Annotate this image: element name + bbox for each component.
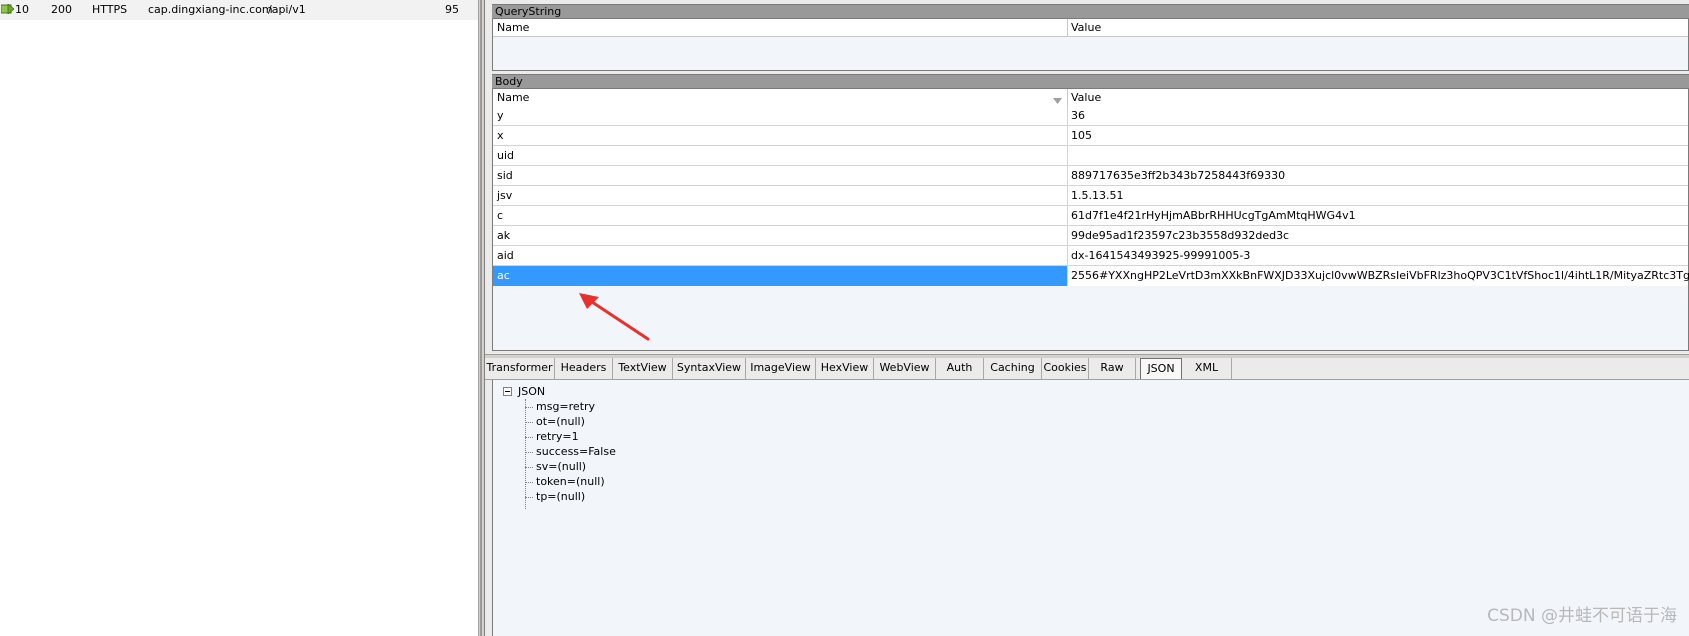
body-col-name[interactable]: Name: [497, 90, 529, 105]
tab-textview[interactable]: TextView: [613, 358, 673, 379]
json-tree-item-label: sv=(null): [536, 460, 587, 473]
tab-auth[interactable]: Auth: [936, 358, 984, 379]
body-row-value: 36: [1071, 109, 1085, 122]
body-col-value[interactable]: Value: [1071, 90, 1101, 105]
body-row-name: ac: [497, 269, 510, 282]
querystring-title: QueryString: [492, 4, 1689, 18]
querystring-col-name[interactable]: Name: [497, 20, 529, 35]
tree-branch-line: [525, 437, 533, 438]
json-tree-item-label: retry=1: [536, 430, 579, 443]
json-tree-item-label: success=False: [536, 445, 616, 458]
body-row-value: 2556#YXXngHP2LeVrtD3mXXkBnFWXJD33Xujcl0v…: [1071, 269, 1689, 282]
tab-syntaxview[interactable]: SyntaxView: [673, 358, 746, 379]
inspector-pane: QueryString Name Value Body Name Value y…: [485, 0, 1689, 636]
body-row-value: 61d7f1e4f21rHyHjmABbrRHHUcgTgAmMtqHWG4v1: [1071, 209, 1356, 222]
body-row-name: jsv: [497, 189, 513, 202]
body-title: Body: [492, 74, 1689, 88]
tab-transformer[interactable]: Transformer: [485, 358, 555, 379]
column-separator[interactable]: [1067, 89, 1068, 106]
collapse-icon[interactable]: [503, 387, 512, 396]
tree-branch-line: [525, 482, 533, 483]
tree-branch-line: [525, 452, 533, 453]
body-row[interactable]: aid dx-1641543493925-99991005-3: [493, 246, 1688, 266]
session-result: 200: [51, 3, 72, 16]
json-tree-item-label: ot=(null): [536, 415, 585, 428]
response-arrow-icon: [0, 3, 15, 15]
tab-imageview[interactable]: ImageView: [746, 358, 816, 379]
json-tree-item-label: token=(null): [536, 475, 605, 488]
row-separator: [1067, 266, 1068, 286]
body-row-name: aid: [497, 249, 514, 262]
tree-guide-line: [525, 399, 526, 509]
tab-raw[interactable]: Raw: [1089, 358, 1136, 379]
session-body-size: 95: [445, 3, 459, 16]
body-row-name: uid: [497, 149, 515, 162]
column-separator[interactable]: [1067, 19, 1068, 36]
body-grid[interactable]: Name Value y 36 x 105 uid sid 889717635e3ff2b3…: [492, 88, 1689, 351]
row-separator: [1067, 206, 1068, 226]
body-row[interactable]: jsv 1.5.13.51: [493, 186, 1688, 206]
tab-json[interactable]: JSON: [1140, 358, 1182, 379]
tab-caching[interactable]: Caching: [984, 358, 1042, 379]
json-root-label[interactable]: JSON: [518, 385, 545, 398]
row-separator: [1067, 146, 1068, 166]
body-row-value: 889717635e3ff2b343b7258443f69330: [1071, 169, 1286, 182]
tab-webview[interactable]: WebView: [874, 358, 936, 379]
querystring-grid[interactable]: Name Value: [492, 18, 1689, 71]
body-row[interactable]: x 105: [493, 126, 1688, 146]
tree-branch-line: [525, 467, 533, 468]
row-separator: [1067, 226, 1068, 246]
tree-branch-line: [525, 422, 533, 423]
body-row-value: 105: [1071, 129, 1092, 142]
json-tree-item-label: tp=(null): [536, 490, 586, 503]
body-row-name: ak: [497, 229, 511, 242]
tab-cookies[interactable]: Cookies: [1042, 358, 1089, 379]
row-separator: [1067, 186, 1068, 206]
tab-hexview[interactable]: HexView: [816, 358, 874, 379]
session-url: /api/v1: [268, 3, 306, 16]
session-row[interactable]: 10 200 HTTPS cap.dingxiang-inc.com /api/…: [0, 0, 478, 20]
querystring-header: Name Value: [493, 19, 1688, 37]
body-header: Name Value: [493, 89, 1688, 107]
body-row-value: 1.5.13.51: [1071, 189, 1124, 202]
body-row[interactable]: sid 889717635e3ff2b343b7258443f69330: [493, 166, 1688, 186]
body-row[interactable]: c 61d7f1e4f21rHyHjmABbrRHHUcgTgAmMtqHWG4v…: [493, 206, 1688, 226]
row-separator: [1067, 126, 1068, 146]
body-row-name: y: [497, 109, 504, 122]
body-row[interactable]: uid: [493, 146, 1688, 166]
tab-xml[interactable]: XML: [1182, 358, 1232, 379]
session-host: cap.dingxiang-inc.com: [148, 3, 273, 16]
session-id: 10: [15, 3, 29, 16]
session-protocol: HTTPS: [92, 3, 128, 16]
tab-headers[interactable]: Headers: [555, 358, 613, 379]
annotation-arrow-icon: [579, 293, 650, 341]
body-row-name: x: [497, 129, 504, 142]
json-tree-pane: JSON msg=retry ot=(null) retry=1 success=Fa…: [492, 380, 1689, 636]
body-row[interactable]: ak 99de95ad1f23597c23b3558d932ded3c: [493, 226, 1688, 246]
pane-splitter[interactable]: [478, 0, 485, 636]
row-separator: [1067, 166, 1068, 186]
body-row-name: sid: [497, 169, 513, 182]
inspector-tabs: Transformer Headers TextView SyntaxView Imag…: [485, 358, 1689, 380]
tree-branch-line: [525, 497, 533, 498]
body-row-name: c: [497, 209, 504, 222]
body-row[interactable]: ac 2556#YXXngHP2LeVrtD3mXXkBnFWXJD33Xujcl…: [493, 266, 1689, 286]
tree-branch-line: [525, 407, 533, 408]
row-separator: [1067, 106, 1068, 126]
session-list: 10 200 HTTPS cap.dingxiang-inc.com /api/…: [0, 0, 478, 636]
watermark: CSDN @井蛙不可语于海: [1487, 606, 1677, 626]
body-row-value: 99de95ad1f23597c23b3558d932ded3c: [1071, 229, 1290, 242]
body-row[interactable]: y 36: [493, 106, 1688, 126]
querystring-col-value[interactable]: Value: [1071, 20, 1101, 35]
row-separator: [1067, 246, 1068, 266]
body-row-value: dx-1641543493925-99991005-3: [1071, 249, 1251, 262]
json-tree-item-label: msg=retry: [536, 400, 596, 413]
splitter-grip: [480, 0, 482, 636]
